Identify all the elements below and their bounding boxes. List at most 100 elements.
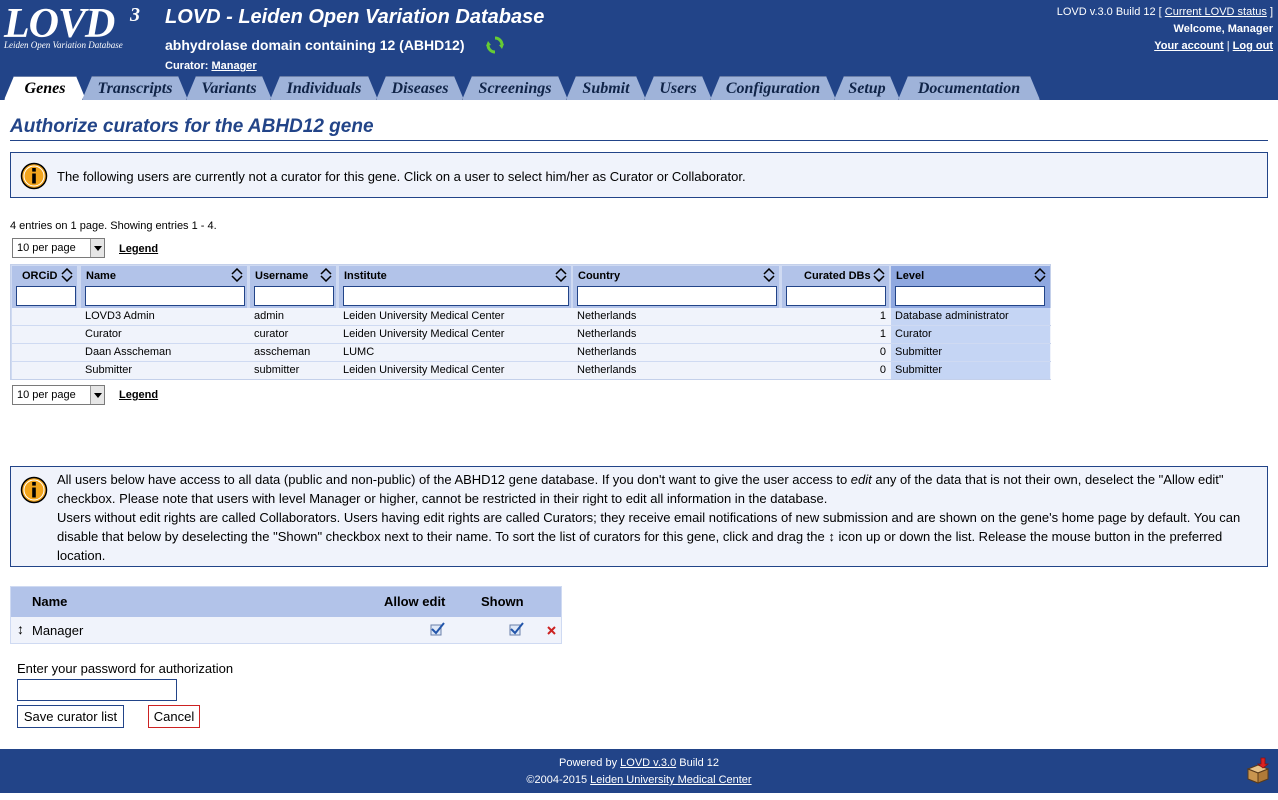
cell-country: Netherlands <box>577 364 637 376</box>
emphasis: edit <box>850 472 872 487</box>
cell-orcid <box>16 344 76 361</box>
column-username[interactable]: Username <box>250 266 336 308</box>
cell-country: Netherlands <box>577 328 637 340</box>
tab-genes[interactable]: Genes <box>4 76 86 100</box>
version-close: ] <box>1269 6 1273 18</box>
cell-username: submitter <box>254 364 300 376</box>
text: Build 12 <box>676 757 719 769</box>
page-footer: Powered by LOVD v.3.0 Build 12 ©2004-201… <box>0 749 1278 793</box>
cell-level: Database administrator <box>891 308 1050 325</box>
column-label: Level <box>896 270 925 282</box>
lovd-logo[interactable]: LOVD 3 Leiden Open Variation Database <box>4 2 154 54</box>
column-institute[interactable]: Institute <box>339 266 571 308</box>
sort-icon <box>231 268 243 282</box>
text: All users below have access to all data … <box>57 472 851 487</box>
col-allow-edit: Allow edit <box>384 594 446 609</box>
cell-institute: LUMC <box>343 346 375 358</box>
curator-table: Name Allow edit Shown ↕ Manager <box>10 586 562 644</box>
sort-icon <box>61 268 73 282</box>
curator-name: Manager <box>32 623 84 638</box>
legend-link[interactable]: Legend <box>119 243 158 255</box>
column-orcid[interactable]: ORCiD <box>12 266 77 308</box>
your-account-link[interactable]: Your account <box>1154 40 1223 52</box>
curator-row[interactable]: ↕ Manager <box>11 617 561 643</box>
filter-name[interactable] <box>85 286 245 306</box>
text: Powered by <box>558 757 621 769</box>
column-country[interactable]: Country <box>573 266 779 308</box>
cell-level: Curator <box>891 326 1050 343</box>
powered-by: Powered by LOVD v.3.0 Build 12 <box>0 757 1278 769</box>
tab-individuals[interactable]: Individuals <box>270 76 378 100</box>
table-row[interactable]: Curator curator Leiden University Medica… <box>12 326 1051 343</box>
lovd-status-link[interactable]: Current LOVD status <box>1165 6 1267 18</box>
cell-name: Submitter <box>85 364 133 376</box>
tab-setup[interactable]: Setup <box>834 76 900 100</box>
logo-version: 3 <box>130 4 140 26</box>
switch-gene-icon[interactable] <box>486 36 504 54</box>
column-label: Username <box>255 270 309 282</box>
cell-curated-dbs: 0 <box>879 364 886 376</box>
tab-configuration[interactable]: Configuration <box>710 76 836 100</box>
curator-link[interactable]: Manager <box>211 60 256 72</box>
log-out-link[interactable]: Log out <box>1233 40 1273 52</box>
filter-orcid[interactable] <box>16 286 76 306</box>
filter-country[interactable] <box>577 286 777 306</box>
column-name[interactable]: Name <box>81 266 247 308</box>
filter-level[interactable] <box>895 286 1045 306</box>
chevron-down-icon <box>90 239 104 257</box>
curator-label: Curator: <box>165 60 209 72</box>
password-input[interactable] <box>17 679 177 701</box>
column-curated-dbs[interactable]: Curated DBs <box>782 266 889 308</box>
page-header: LOVD 3 Leiden Open Variation Database LO… <box>0 0 1278 100</box>
gene-title: abhydrolase domain containing 12 (ABHD12… <box>165 37 465 53</box>
col-shown: Shown <box>481 594 524 609</box>
cell-institute: Leiden University Medical Center <box>343 364 505 376</box>
cell-curated-dbs: 0 <box>879 346 886 358</box>
access-paragraph: All users below have access to all data … <box>57 470 1259 508</box>
update-package-icon[interactable] <box>1244 757 1272 785</box>
copyright: ©2004-2015 Leiden University Medical Cen… <box>0 774 1278 786</box>
curator-line: Curator: Manager <box>165 60 257 72</box>
allow-edit-checkbox[interactable] <box>430 622 445 636</box>
column-label: Curated DBs <box>804 270 871 282</box>
bottom-strip <box>0 793 1278 800</box>
per-page-select-bottom[interactable]: 10 per page <box>12 385 105 405</box>
cell-level: Submitter <box>891 362 1050 379</box>
version-text: LOVD v.3.0 Build 12 [ <box>1056 6 1162 18</box>
sort-icon <box>1034 268 1046 282</box>
user-info: LOVD v.3.0 Build 12 [ Current LOVD statu… <box>1057 4 1273 55</box>
lumc-link[interactable]: Leiden University Medical Center <box>590 774 751 786</box>
column-label: Institute <box>344 270 387 282</box>
cell-username: curator <box>254 328 289 340</box>
page-title: Authorize curators for the ABHD12 gene <box>10 116 374 137</box>
table-row[interactable]: Daan Asscheman asscheman LUMC Netherland… <box>12 344 1051 361</box>
tab-submit[interactable]: Submit <box>566 76 646 100</box>
filter-username[interactable] <box>254 286 334 306</box>
password-label: Enter your password for authorization <box>17 661 234 676</box>
info-box-not-curators: The following users are currently not a … <box>10 152 1268 198</box>
per-page-select[interactable]: 10 per page <box>12 238 105 258</box>
info-text: The following users are currently not a … <box>57 169 746 184</box>
drag-handle-icon[interactable]: ↕ <box>17 621 24 637</box>
tab-variants[interactable]: Variants <box>186 76 272 100</box>
cancel-button[interactable]: Cancel <box>148 705 200 728</box>
tab-screenings[interactable]: Screenings <box>462 76 568 100</box>
cell-username: asscheman <box>254 346 311 358</box>
tab-users[interactable]: Users <box>644 76 712 100</box>
lovd-version-link[interactable]: LOVD v.3.0 <box>620 757 676 769</box>
table-row[interactable]: Submitter submitter Leiden University Me… <box>12 362 1051 379</box>
legend-link-bottom[interactable]: Legend <box>119 389 158 401</box>
tab-diseases[interactable]: Diseases <box>376 76 464 100</box>
column-level[interactable]: Level <box>891 266 1050 308</box>
table-row[interactable]: LOVD3 Admin admin Leiden University Medi… <box>12 308 1051 325</box>
remove-icon[interactable] <box>547 626 556 635</box>
tab-documentation[interactable]: Documentation <box>898 76 1040 100</box>
filter-institute[interactable] <box>343 286 569 306</box>
shown-checkbox[interactable] <box>509 622 524 636</box>
tab-transcripts[interactable]: Transcripts <box>82 76 188 100</box>
cell-level: Submitter <box>891 344 1050 361</box>
cell-institute: Leiden University Medical Center <box>343 310 505 322</box>
filter-curated-dbs[interactable] <box>786 286 886 306</box>
link-separator: | <box>1226 40 1230 52</box>
save-curator-list-button[interactable]: Save curator list <box>17 705 124 728</box>
